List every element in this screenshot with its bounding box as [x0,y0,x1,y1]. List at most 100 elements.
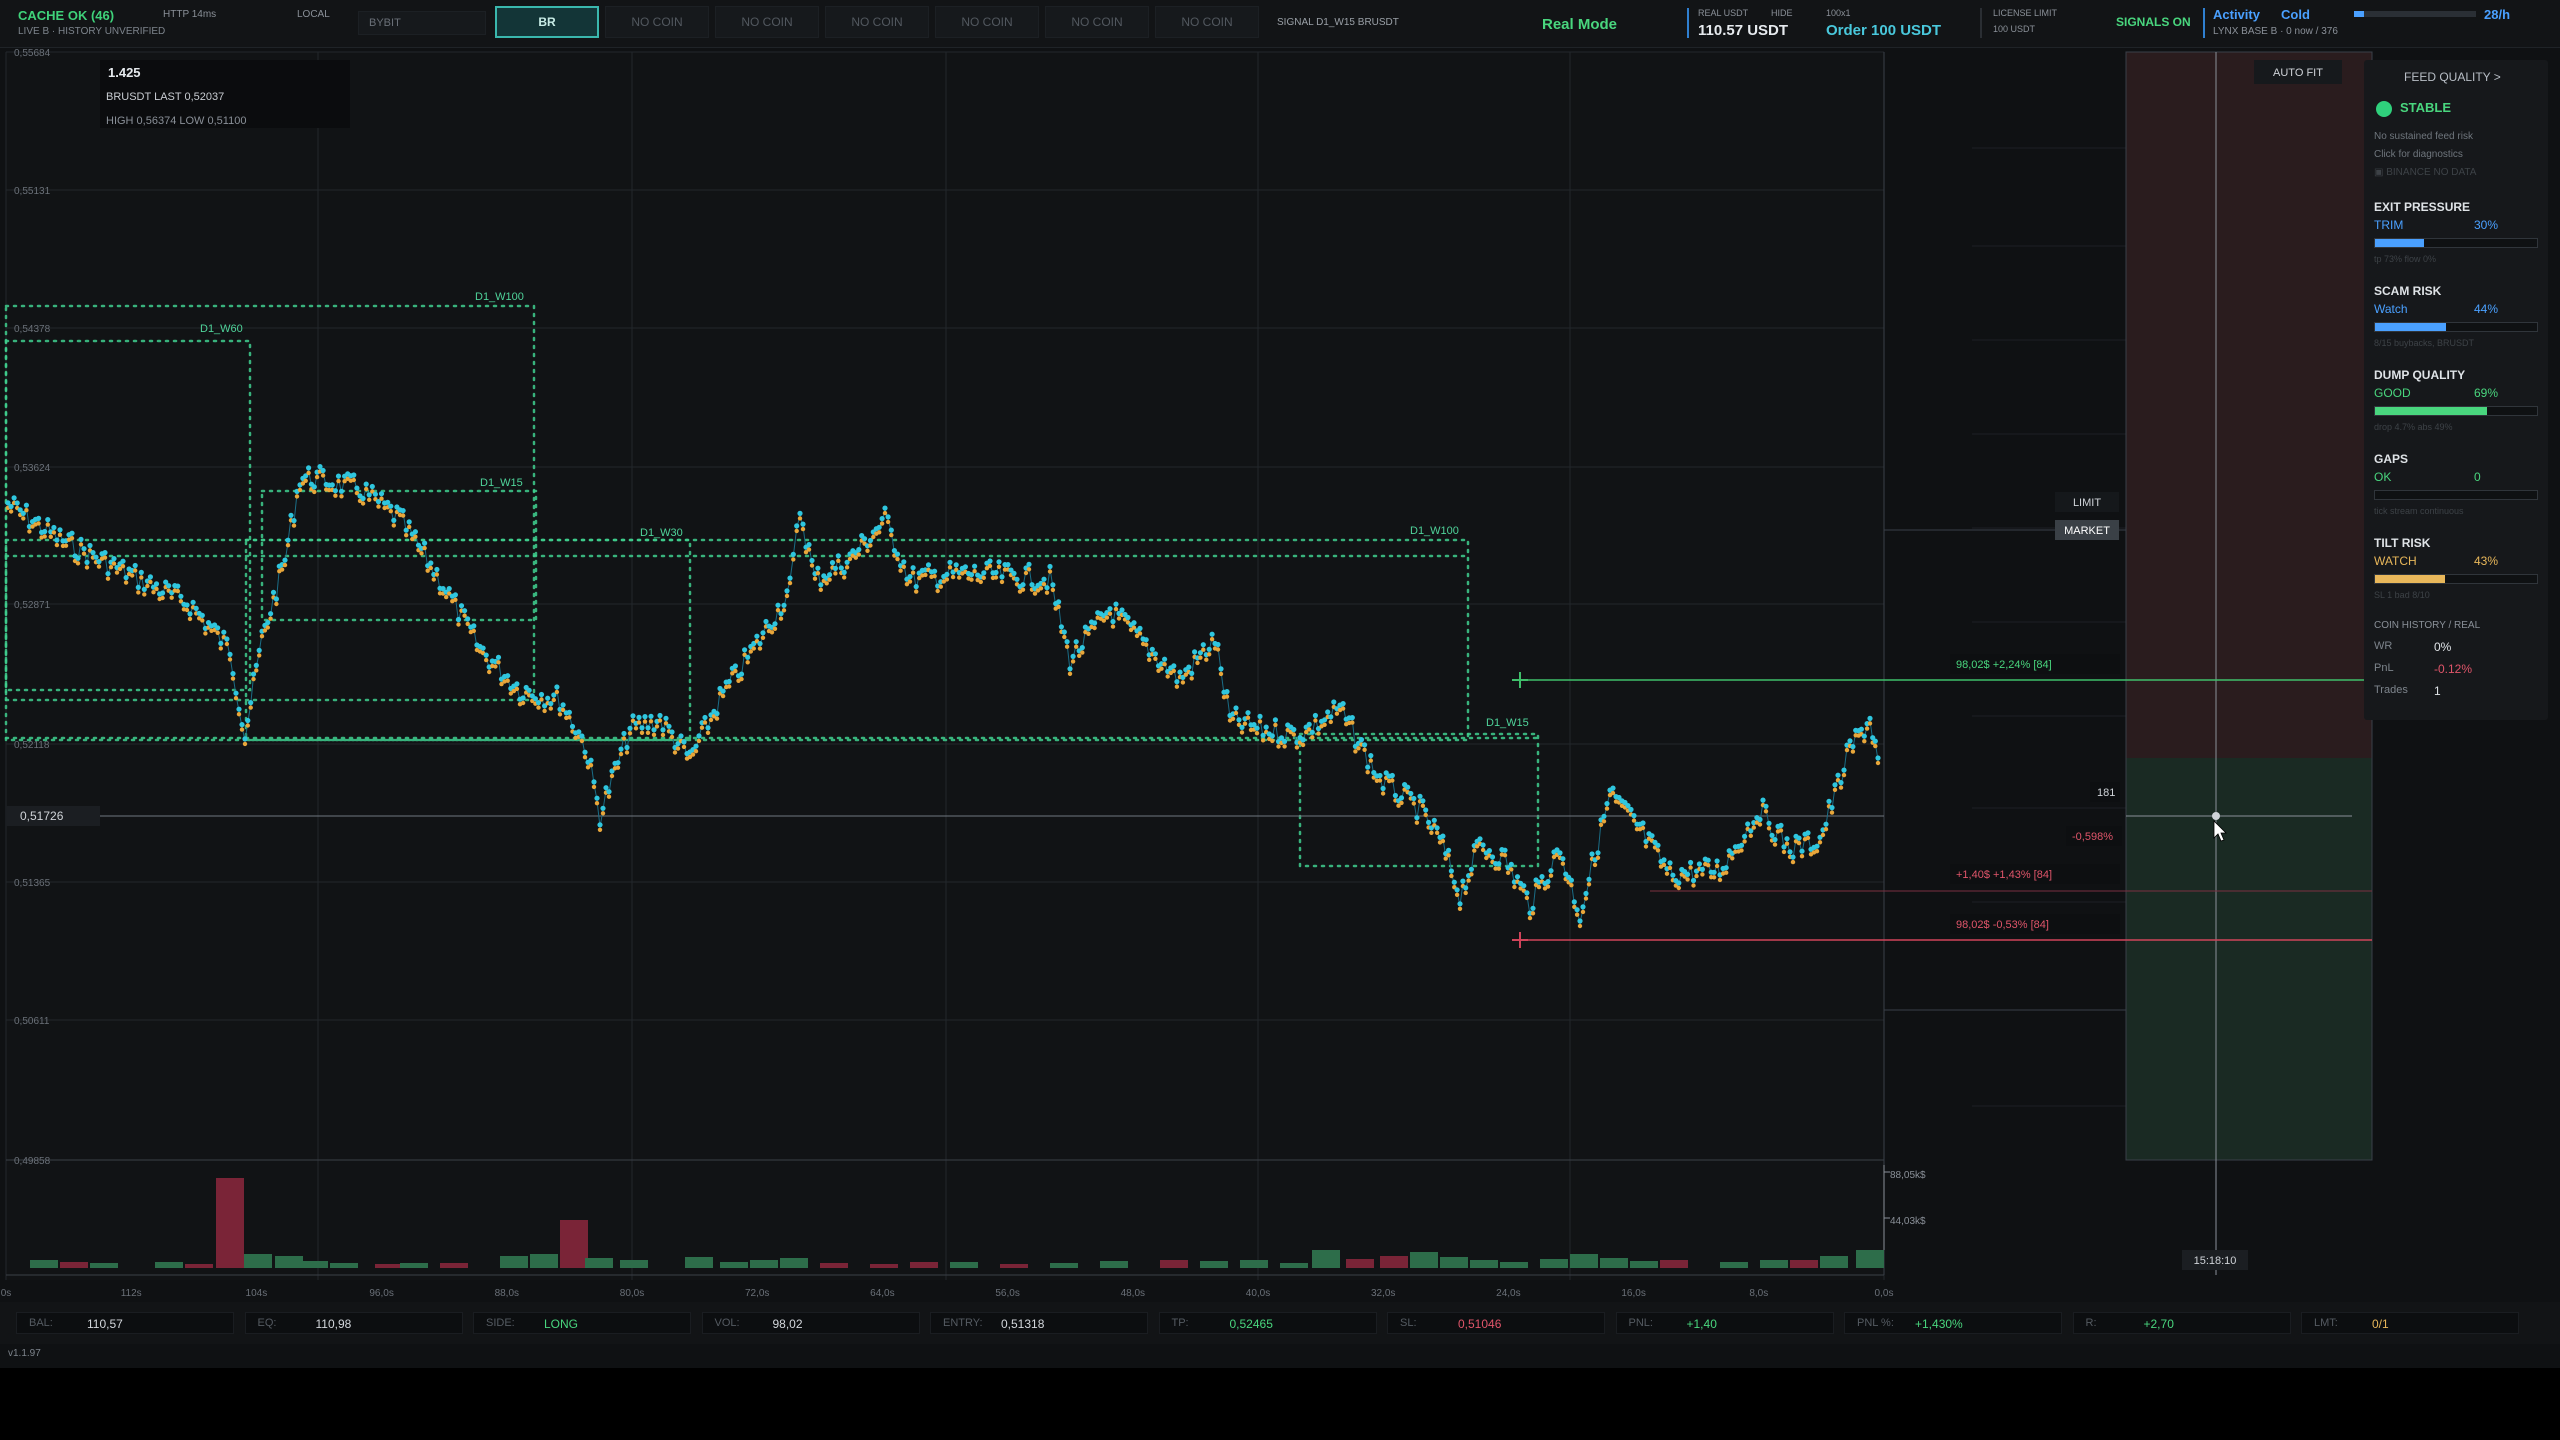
order-size[interactable]: Order 100 USDT [1826,22,1941,39]
trade-dot-sell [1823,827,1829,832]
trade-dot-sell [769,630,775,635]
trade-dot-buy [827,572,833,578]
trade-dot-buy [388,503,394,509]
volume-bar [1280,1263,1308,1268]
trade-dot-sell [391,523,396,528]
stat-key: TP: [1171,1317,1189,1329]
coin-button-active[interactable]: BR [495,6,599,38]
trade-dot-sell [1691,883,1696,888]
binance-status-text: BINANCE NO DATA [2386,167,2477,178]
price-chart[interactable]: D1_W100 D1_W60 D1_W15 D1_W30 D1_W100 D1_W15 0… [0,48,2560,1302]
trade-dot-buy [1772,837,1778,843]
trade-dot-buy [153,581,160,587]
volume-bar [1660,1260,1688,1268]
trade-dot-buy [495,654,502,660]
trade-dot-buy [1426,819,1432,826]
trade-dot-sell [1667,865,1673,871]
trade-dot-sell [588,763,594,768]
trade-dot-sell [333,493,338,498]
trade-dot-buy [11,495,17,501]
trade-dot-sell [1862,739,1867,744]
trade-dot-sell [1414,820,1420,825]
trade-dot-buy [1047,563,1053,570]
volume-bar [1000,1264,1028,1268]
trade-dot-buy [1411,795,1417,802]
trade-dot-sell [542,708,547,714]
diagnostics-link[interactable]: Click for diagnostics [2374,149,2463,160]
trade-dot-sell [1655,848,1661,853]
trade-dot-buy [925,562,932,568]
metric-hint: 8/15 buybacks, BRUSDT [2374,338,2475,348]
trade-dot-sell [1505,870,1511,875]
volume-bar [530,1254,558,1268]
trade-dot-buy [1448,868,1454,874]
trade-dot-buy [184,602,190,608]
mode-indicator[interactable]: Real Mode [1542,16,1617,33]
trade-dot-sell [78,542,84,547]
trade-dot-sell [978,579,983,585]
trade-dot-buy [645,725,651,731]
trade-dot-sell [1067,671,1073,676]
trade-dot-sell [1316,731,1321,736]
trade-dot-buy [1477,836,1483,842]
trade-dot-buy [666,723,672,729]
trade-dot-buy [1058,624,1064,630]
trade-dot-sell [456,622,461,627]
trade-dot-buy [1454,887,1460,893]
trade-dot-buy [1805,830,1811,836]
trade-dot-sell [708,717,714,723]
coin-button-empty[interactable]: NO COIN [935,6,1039,38]
coin-button-empty[interactable]: NO COIN [605,6,709,38]
trade-dot-sell [1233,710,1239,716]
trade-dot-buy [1631,813,1637,819]
trade-dot-buy [111,556,117,562]
trade-dot-sell [251,676,256,682]
trade-dot-sell [681,744,687,750]
trade-dot-buy [829,560,836,566]
trade-dot-buy [1358,737,1365,743]
local-indicator: LOCAL [297,9,330,20]
trade-dot-sell [582,755,588,760]
coin-button-empty[interactable]: NO COIN [825,6,929,38]
trade-dot-buy [462,608,468,614]
trade-dot-sell [660,732,666,738]
trade-dot-sell [320,473,326,478]
y-axis-tick: 0,49858 [14,1156,51,1167]
trade-dot-sell [1790,859,1796,865]
trade-dot-buy [1233,705,1239,711]
trade-dot-buy [738,671,745,677]
trade-dot-sell [215,630,220,635]
volume-bar [585,1258,613,1268]
trade-dot-sell [75,561,81,566]
trade-dot-sell [1676,885,1682,891]
trade-dot-buy [1468,866,1474,872]
trade-dot-buy [636,714,642,721]
volume-bar [155,1262,183,1268]
metric-title: TILT RISK [2374,536,2431,550]
hide-balance-button[interactable]: HIDE [1771,8,1793,18]
trade-dot-buy [944,571,950,578]
stat-key: ENTRY: [943,1317,983,1329]
trade-dot-sell [651,732,657,737]
trade-dot-sell [1044,590,1050,595]
trade-dot-sell [757,646,763,651]
signals-toggle[interactable]: SIGNALS ON [2116,15,2191,29]
trade-dot-sell [1350,720,1355,725]
metric-bar [2374,322,2538,332]
trade-dot-buy [907,574,913,580]
coin-button-empty[interactable]: NO COIN [715,6,819,38]
coin-button-empty[interactable]: NO COIN [1045,6,1149,38]
trade-dot-buy [363,481,369,487]
trade-dot-buy [1079,645,1085,651]
trade-dot-sell [827,577,832,582]
trade-dot-buy [1514,874,1521,880]
trade-dot-buy [372,491,378,497]
trade-dot-buy [1061,629,1067,635]
metric-hint: SL 1 bad 8/10 [2374,590,2430,600]
trade-dot-buy [14,500,20,506]
coin-button-empty[interactable]: NO COIN [1155,6,1259,38]
exchange-selector[interactable]: BYBIT [358,11,486,35]
feed-quality-title[interactable]: FEED QUALITY > [2404,70,2501,84]
trade-dot-sell [1153,656,1158,661]
trade-dot-sell [938,584,943,589]
